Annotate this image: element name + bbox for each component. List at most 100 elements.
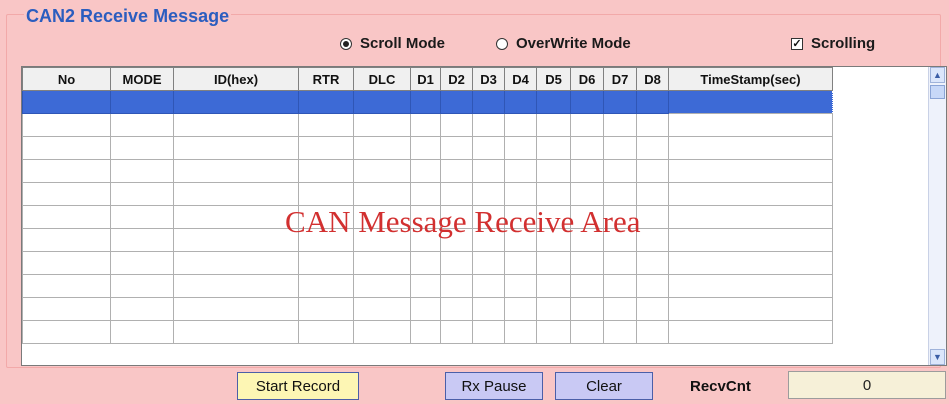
table-cell[interactable] [636, 297, 669, 321]
table-cell[interactable] [410, 182, 441, 206]
table-cell[interactable] [353, 274, 411, 298]
table-cell[interactable] [668, 274, 833, 298]
rx-pause-button[interactable]: Rx Pause [445, 372, 543, 400]
table-cell[interactable] [440, 251, 473, 275]
table-cell[interactable] [22, 228, 111, 252]
table-cell[interactable] [110, 274, 174, 298]
overwrite-mode-radio[interactable]: OverWrite Mode [496, 35, 631, 52]
table-cell[interactable] [536, 90, 571, 114]
table-cell[interactable] [110, 205, 174, 229]
table-cell[interactable] [410, 113, 441, 137]
table-cell[interactable] [472, 251, 505, 275]
column-header[interactable]: D7 [603, 67, 637, 91]
table-cell[interactable] [668, 90, 833, 114]
table-cell[interactable] [110, 228, 174, 252]
table-cell[interactable] [668, 113, 833, 137]
table-cell[interactable] [110, 90, 174, 114]
table-row[interactable] [22, 182, 833, 206]
table-cell[interactable] [603, 320, 637, 344]
table-cell[interactable] [173, 90, 299, 114]
table-cell[interactable] [173, 228, 299, 252]
table-cell[interactable] [173, 136, 299, 160]
table-cell[interactable] [570, 274, 604, 298]
table-cell[interactable] [410, 159, 441, 183]
table-cell[interactable] [603, 251, 637, 275]
table-cell[interactable] [298, 159, 354, 183]
table-cell[interactable] [472, 159, 505, 183]
table-cell[interactable] [410, 320, 441, 344]
table-cell[interactable] [22, 90, 111, 114]
table-cell[interactable] [570, 251, 604, 275]
table-cell[interactable] [22, 113, 111, 137]
table-cell[interactable] [22, 182, 111, 206]
table-cell[interactable] [298, 90, 354, 114]
table-cell[interactable] [353, 159, 411, 183]
scroll-mode-radio[interactable]: Scroll Mode [340, 35, 445, 52]
table-cell[interactable] [440, 136, 473, 160]
table-cell[interactable] [298, 251, 354, 275]
table-cell[interactable] [472, 113, 505, 137]
table-cell[interactable] [110, 113, 174, 137]
column-header[interactable]: No [22, 67, 111, 91]
table-cell[interactable] [472, 320, 505, 344]
table-cell[interactable] [22, 159, 111, 183]
table-cell[interactable] [570, 320, 604, 344]
table-cell[interactable] [110, 136, 174, 160]
table-cell[interactable] [536, 297, 571, 321]
table-cell[interactable] [536, 182, 571, 206]
table-cell[interactable] [603, 136, 637, 160]
table-cell[interactable] [504, 113, 537, 137]
table-cell[interactable] [636, 182, 669, 206]
table-cell[interactable] [668, 182, 833, 206]
table-cell[interactable] [353, 251, 411, 275]
table-cell[interactable] [298, 113, 354, 137]
table-cell[interactable] [636, 320, 669, 344]
table-cell[interactable] [636, 251, 669, 275]
column-header[interactable]: RTR [298, 67, 354, 91]
table-cell[interactable] [536, 159, 571, 183]
table-cell[interactable] [504, 251, 537, 275]
table-cell[interactable] [668, 205, 833, 229]
table-cell[interactable] [472, 274, 505, 298]
column-header[interactable]: DLC [353, 67, 411, 91]
table-cell[interactable] [173, 159, 299, 183]
table-cell[interactable] [110, 182, 174, 206]
column-header[interactable]: D4 [504, 67, 537, 91]
table-cell[interactable] [410, 90, 441, 114]
table-cell[interactable] [298, 320, 354, 344]
table-cell[interactable] [22, 320, 111, 344]
table-cell[interactable] [603, 297, 637, 321]
column-header[interactable]: ID(hex) [173, 67, 299, 91]
table-cell[interactable] [298, 182, 354, 206]
column-header[interactable]: TimeStamp(sec) [668, 67, 833, 91]
table-cell[interactable] [22, 274, 111, 298]
table-cell[interactable] [570, 159, 604, 183]
table-cell[interactable] [298, 136, 354, 160]
column-header[interactable]: MODE [110, 67, 174, 91]
table-cell[interactable] [440, 297, 473, 321]
table-cell[interactable] [504, 274, 537, 298]
table-row[interactable] [22, 251, 833, 275]
table-row[interactable] [22, 320, 833, 344]
table-cell[interactable] [173, 320, 299, 344]
table-cell[interactable] [668, 251, 833, 275]
table-cell[interactable] [636, 274, 669, 298]
table-cell[interactable] [504, 320, 537, 344]
table-cell[interactable] [22, 297, 111, 321]
table-cell[interactable] [603, 274, 637, 298]
table-row[interactable] [22, 113, 833, 137]
table-cell[interactable] [173, 297, 299, 321]
table-cell[interactable] [22, 136, 111, 160]
table-cell[interactable] [472, 90, 505, 114]
table-cell[interactable] [570, 113, 604, 137]
table-cell[interactable] [472, 297, 505, 321]
column-header[interactable]: D2 [440, 67, 473, 91]
table-cell[interactable] [536, 320, 571, 344]
table-cell[interactable] [22, 251, 111, 275]
table-cell[interactable] [603, 90, 637, 114]
table-cell[interactable] [173, 182, 299, 206]
table-cell[interactable] [603, 182, 637, 206]
table-cell[interactable] [353, 113, 411, 137]
table-cell[interactable] [110, 320, 174, 344]
table-cell[interactable] [410, 297, 441, 321]
